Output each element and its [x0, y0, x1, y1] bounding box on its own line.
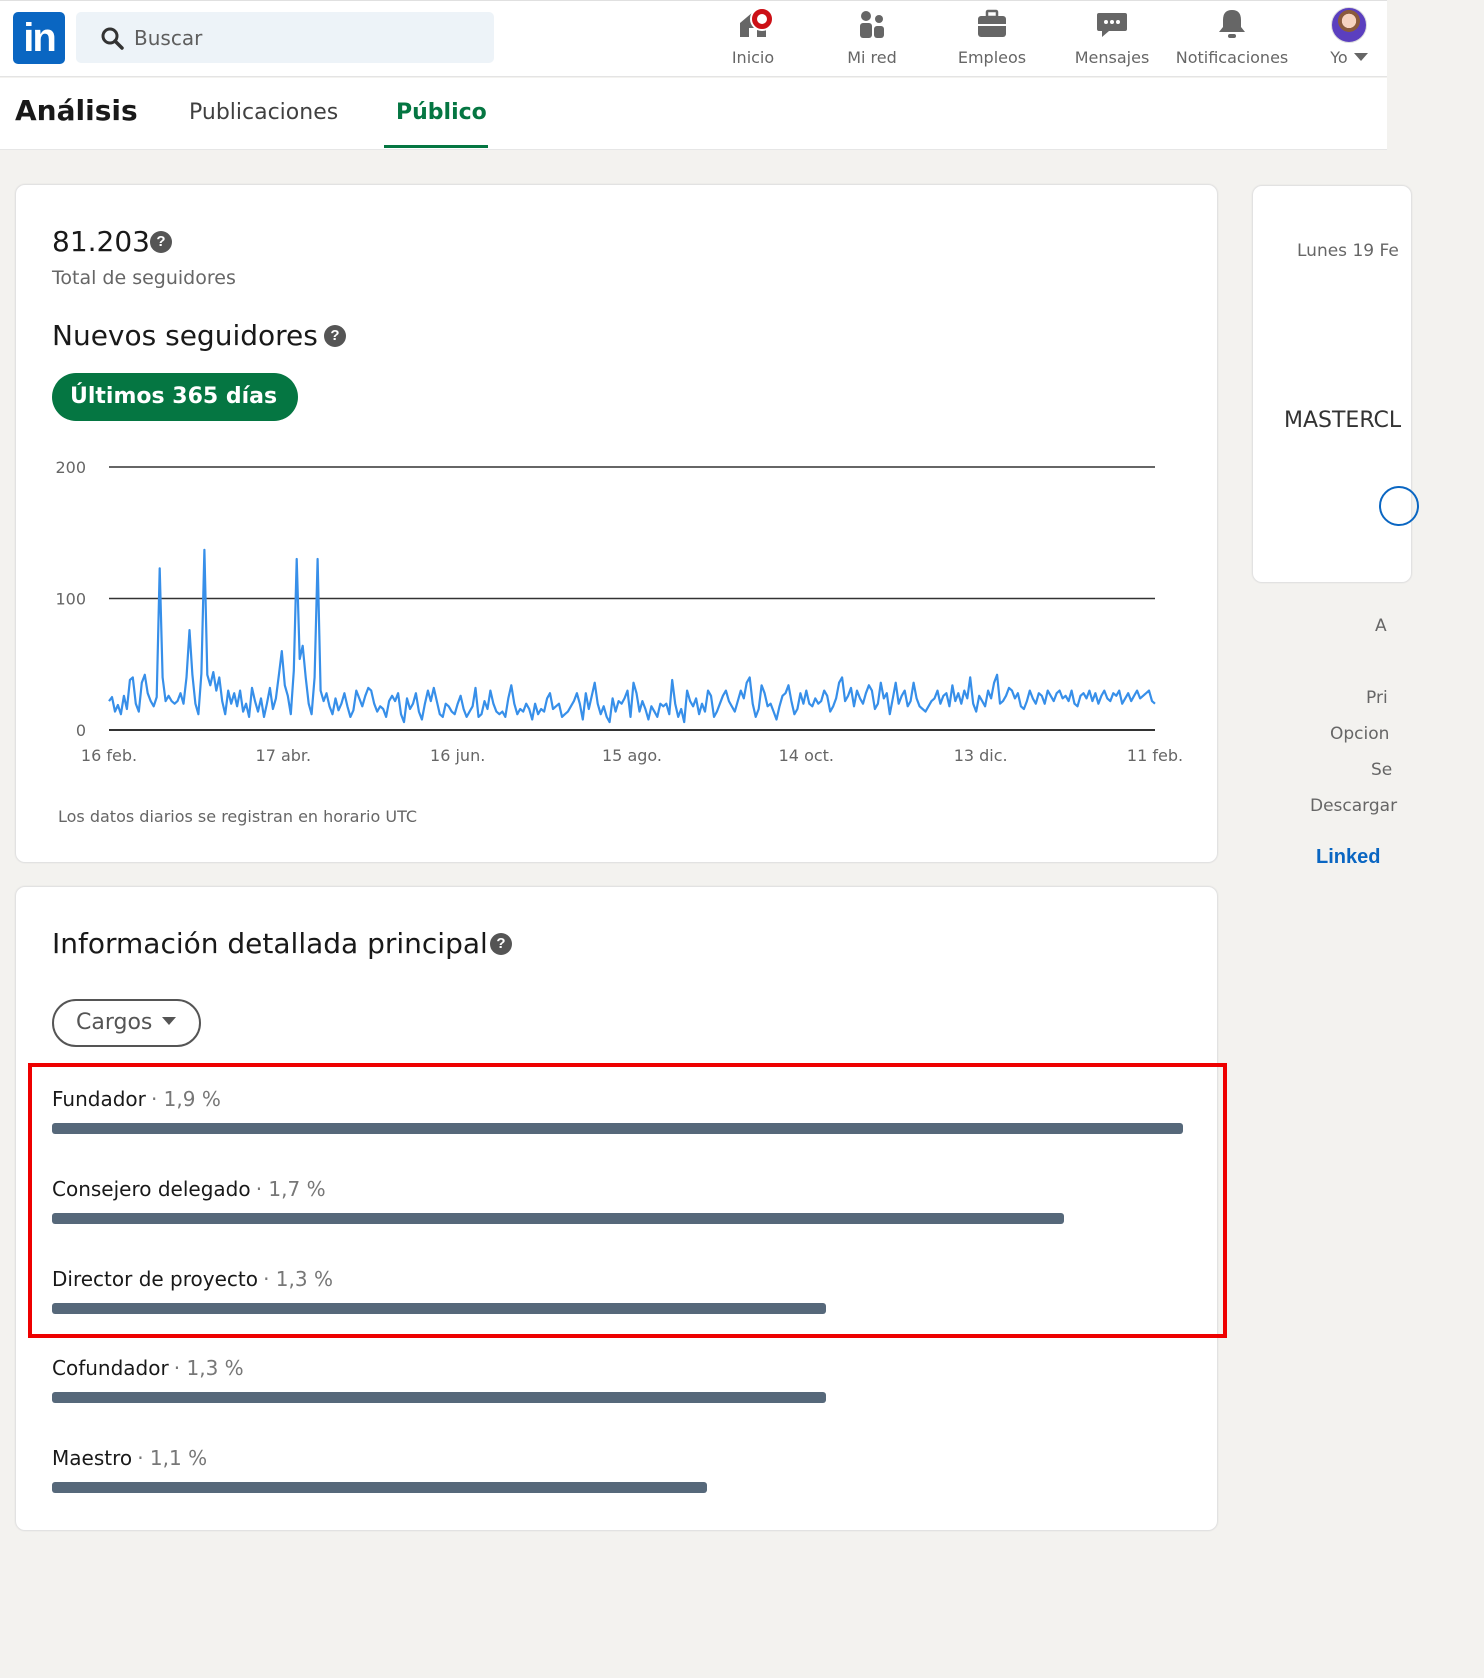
total-followers-value: 81.203 — [52, 225, 150, 258]
date-range-dropdown[interactable]: Últimos 365 días — [52, 373, 298, 447]
nav-notifications[interactable]: Notificaciones — [1173, 7, 1291, 73]
y-tick-label: 100 — [55, 590, 86, 609]
analytics-subnav: Análisis Publicaciones Público — [0, 78, 1387, 150]
nav-label: Notificaciones — [1175, 48, 1289, 67]
insight-row: Maestro · 1,1 % — [52, 1446, 1192, 1493]
insight-row: Fundador · 1,9 % — [52, 1087, 1192, 1134]
insights-title: Información detallada principal — [52, 927, 488, 960]
y-tick-label: 0 — [76, 721, 86, 740]
help-icon[interactable]: ? — [150, 231, 172, 253]
nav-messages[interactable]: Mensajes — [1072, 7, 1152, 73]
nav-label: Empleos — [957, 48, 1027, 67]
notification-badge — [750, 7, 774, 31]
linkedin-footer-logo: Linked — [1316, 846, 1381, 868]
insight-bar — [52, 1123, 1183, 1134]
search-icon — [101, 27, 124, 50]
side-link[interactable]: Pri — [1366, 688, 1388, 708]
x-tick-label: 13 dic. — [954, 746, 1008, 765]
search-input[interactable] — [134, 22, 474, 54]
linkedin-logo[interactable]: in — [13, 12, 65, 64]
chevron-down-icon — [162, 1017, 177, 1025]
nav-jobs[interactable]: Empleos — [955, 7, 1029, 73]
side-link[interactable]: Se — [1371, 760, 1392, 780]
new-followers-chart: 0 100 200 16 feb. 17 abr. 16 jun. 15 ago. 14 oc… — [55, 458, 1183, 765]
nav-label: Inicio — [731, 48, 775, 67]
total-followers-label: Total de seguidores — [52, 267, 236, 289]
insight-bar — [52, 1213, 1064, 1224]
people-icon — [860, 11, 884, 38]
tab-publico[interactable]: Público — [396, 100, 487, 125]
side-link[interactable]: A — [1375, 616, 1387, 636]
nav-home[interactable]: Inicio — [722, 7, 784, 73]
insight-name: Cofundador — [52, 1356, 169, 1380]
bell-icon — [1219, 10, 1245, 38]
insight-name: Director de proyecto — [52, 1267, 258, 1291]
active-tab-indicator — [384, 145, 488, 148]
insight-pct: · 1,7 % — [255, 1177, 326, 1201]
insight-pct: · 1,3 % — [173, 1356, 244, 1380]
nav-me[interactable]: Yo — [1324, 7, 1374, 73]
series-line — [108, 548, 1156, 724]
search-box[interactable] — [76, 12, 494, 63]
chart-footnote: Los datos diarios se registran en horari… — [58, 807, 418, 826]
nav-label-me: Yo — [1324, 48, 1374, 67]
nav-label: Mi red — [847, 48, 897, 67]
top-nav: in Inicio Mi red Empleos Mensajes Notifi… — [0, 0, 1387, 77]
page-title: Análisis — [15, 94, 138, 127]
insight-pct: · 1,9 % — [150, 1087, 221, 1111]
x-tick-label: 15 ago. — [602, 746, 662, 765]
insight-row: Cofundador · 1,3 % — [52, 1356, 1192, 1403]
insight-pct: · 1,3 % — [263, 1267, 333, 1291]
followers-card: 81.203 ? Total de seguidores Nuevos segu… — [15, 184, 1218, 863]
side-date: Lunes 19 Fe — [1297, 241, 1399, 261]
help-icon[interactable]: ? — [324, 325, 346, 347]
tab-publicaciones[interactable]: Publicaciones — [189, 100, 338, 125]
chat-icon — [1097, 13, 1127, 37]
insight-row: Consejero delegado · 1,7 % — [52, 1177, 1192, 1224]
nav-label: Mensajes — [1074, 48, 1150, 67]
insights-card: Información detallada principal ? Cargos… — [15, 886, 1218, 1531]
new-followers-title: Nuevos seguidores — [52, 319, 318, 352]
insight-name: Maestro — [52, 1446, 133, 1470]
x-tick-label: 16 feb. — [81, 746, 137, 765]
side-link[interactable]: Descargar — [1310, 796, 1397, 816]
insight-pct: · 1,1 % — [137, 1446, 208, 1470]
insight-bar — [52, 1392, 826, 1403]
help-icon[interactable]: ? — [490, 933, 512, 955]
insight-row: Director de proyecto · 1,3 % — [52, 1267, 1192, 1314]
side-headline: MASTERCL — [1284, 408, 1402, 433]
insight-bar — [52, 1482, 707, 1493]
insight-name: Consejero delegado — [52, 1177, 251, 1201]
x-tick-label: 11 feb. — [1127, 746, 1183, 765]
x-tick-label: 16 jun. — [430, 746, 485, 765]
avatar[interactable] — [1331, 7, 1367, 43]
y-tick-label: 200 — [55, 458, 86, 477]
chevron-down-icon — [1353, 52, 1368, 61]
insight-bar — [52, 1303, 826, 1314]
x-tick-label: 14 oct. — [779, 746, 834, 765]
insight-name: Fundador — [52, 1087, 146, 1111]
job-title-filter-dropdown[interactable]: Cargos — [52, 999, 201, 1047]
side-button[interactable] — [1379, 486, 1419, 526]
x-tick-label: 17 abr. — [256, 746, 312, 765]
side-link[interactable]: Opcion — [1330, 724, 1389, 744]
nav-network[interactable]: Mi red — [841, 7, 903, 73]
briefcase-icon — [978, 9, 1006, 37]
